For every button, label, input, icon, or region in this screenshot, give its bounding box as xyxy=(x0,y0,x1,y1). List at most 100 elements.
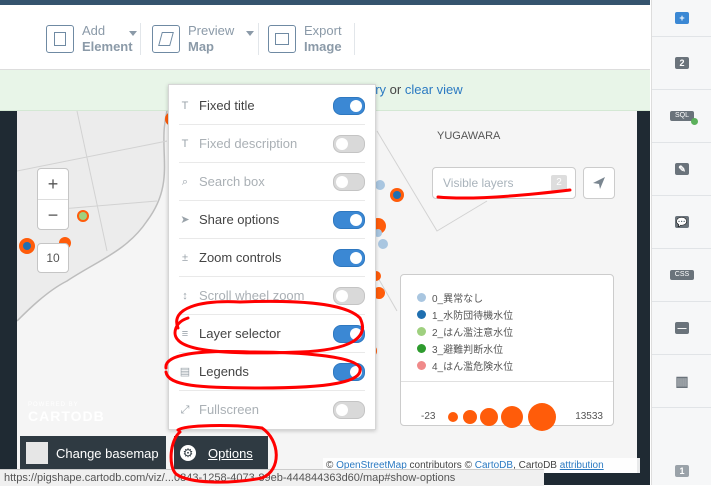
histogram-icon: ▥ xyxy=(675,373,689,389)
legend-item: 2_はん濫注意水位 xyxy=(417,324,513,339)
layer-number-icon: 1 xyxy=(675,464,689,477)
option-label: Legends xyxy=(199,364,249,379)
sidebar-wizard[interactable]: ✎ xyxy=(652,143,711,196)
search-icon: ⌕ xyxy=(181,175,189,188)
option-label: Fixed title xyxy=(199,98,255,113)
toggle-fullscreen[interactable] xyxy=(333,400,365,419)
notice-text: or xyxy=(386,82,405,97)
toggle-fixed-description[interactable] xyxy=(333,134,365,153)
legend-item: 1_水防団待機水位 xyxy=(417,307,513,322)
toolbar-divider xyxy=(140,23,141,55)
chevron-down-icon xyxy=(246,31,254,36)
legend-swatch xyxy=(417,310,426,319)
chevron-down-icon xyxy=(129,31,137,36)
export-image-icon xyxy=(268,25,296,53)
layer-number-icon: 2 xyxy=(675,57,689,69)
legend-bubbles xyxy=(448,403,556,431)
share-button[interactable] xyxy=(583,167,615,199)
share-icon xyxy=(593,177,605,189)
legend-icon: ▤ xyxy=(179,365,191,378)
zoom-out-button[interactable]: − xyxy=(38,200,68,230)
legend-min-value: -23 xyxy=(421,411,436,422)
toggle-legends[interactable] xyxy=(333,362,365,381)
layer-selector-label: Visible layers xyxy=(443,176,514,190)
zoom-in-button[interactable]: + xyxy=(38,169,68,200)
option-zoom-controls[interactable]: ± Zoom controls xyxy=(179,239,365,277)
sidebar-add-layer[interactable]: + xyxy=(652,0,711,37)
option-legends[interactable]: ▤ Legends xyxy=(179,353,365,391)
add-element-button[interactable]: Add Element xyxy=(46,23,137,55)
option-label: Fixed description xyxy=(199,136,298,151)
export-image-button[interactable]: Export Image xyxy=(268,23,342,55)
legend-divider xyxy=(401,381,613,382)
option-label: Zoom controls xyxy=(199,250,282,265)
sidebar-layer-2[interactable]: 2 xyxy=(652,37,711,90)
fullscreen-icon: ⤢ xyxy=(180,403,190,416)
toolbar-divider xyxy=(258,23,259,55)
preview-map-line1: Preview xyxy=(188,23,235,38)
toggle-search-box[interactable] xyxy=(333,172,365,191)
sidebar-filters[interactable]: ▥ xyxy=(652,355,711,408)
sidebar-sql[interactable]: SQL xyxy=(652,90,711,143)
clear-view-link[interactable]: clear view xyxy=(405,82,463,97)
legend-item: 0_異常なし xyxy=(417,290,483,305)
option-search-box[interactable]: ⌕ Search box xyxy=(179,163,365,201)
option-fullscreen[interactable]: ⤢ Fullscreen xyxy=(179,391,365,428)
legend-item: 3_避難判断水位 xyxy=(417,341,503,356)
option-scroll-wheel-zoom[interactable]: ↕ Scroll wheel zoom xyxy=(179,277,365,315)
share-icon: ➤ xyxy=(180,213,190,226)
sql-icon: SQL xyxy=(670,111,698,125)
right-sidebar: + 2 SQL ✎ 💬 CSS — ▥ 1 xyxy=(651,0,711,485)
toggle-scroll-wheel-zoom[interactable] xyxy=(333,286,365,305)
legend-swatch xyxy=(417,344,426,353)
place-label-yugawara: YUGAWARA xyxy=(437,130,501,142)
toggle-fixed-title[interactable] xyxy=(333,96,365,115)
option-label: Share options xyxy=(199,212,280,227)
preview-map-icon xyxy=(152,25,180,53)
option-layer-selector[interactable]: ≡ Layer selector xyxy=(179,315,365,353)
add-element-line2: Element xyxy=(82,39,133,54)
css-icon: CSS xyxy=(670,270,694,280)
sidebar-css[interactable]: CSS xyxy=(652,249,711,302)
option-share-options[interactable]: ➤ Share options xyxy=(179,201,365,239)
toggle-share-options[interactable] xyxy=(333,210,365,229)
option-label: Layer selector xyxy=(199,326,281,341)
zoom-controls: + − xyxy=(37,168,69,230)
legend-label: 1_水防団待機水位 xyxy=(432,311,514,322)
legend-swatch xyxy=(417,361,426,370)
sidebar-infowindow[interactable]: 💬 xyxy=(652,196,711,249)
sidebar-legend[interactable]: — xyxy=(652,302,711,355)
add-element-line1: Add xyxy=(82,23,106,38)
legend-swatch xyxy=(417,293,426,302)
zoom-level-indicator: 10 xyxy=(37,243,69,273)
zoom-icon: ± xyxy=(181,251,189,264)
option-fixed-title[interactable]: T Fixed title xyxy=(179,87,365,125)
option-fixed-description[interactable]: T Fixed description xyxy=(179,125,365,163)
option-label: Fullscreen xyxy=(199,402,259,417)
gear-icon: ⚙ xyxy=(180,445,196,461)
title-icon: T xyxy=(181,99,189,112)
basemap-thumbnail xyxy=(26,442,48,464)
option-label: Search box xyxy=(199,174,265,189)
legend-icon: — xyxy=(675,322,689,334)
change-basemap-label: Change basemap xyxy=(56,446,159,461)
comment-icon: 💬 xyxy=(675,216,689,228)
layer-selector[interactable]: Visible layers 2 xyxy=(432,167,576,199)
preview-map-button[interactable]: Preview Map xyxy=(152,23,254,55)
legend-item: 4_はん濫危険水位 xyxy=(417,358,513,373)
legend-swatch xyxy=(417,327,426,336)
cartodb-brand: CARTODB xyxy=(28,408,105,424)
sidebar-layer-1[interactable]: 1 xyxy=(652,456,711,485)
options-button[interactable]: ⚙ Options xyxy=(174,436,268,470)
add-icon: + xyxy=(675,12,689,24)
toggle-layer-selector[interactable] xyxy=(333,324,365,343)
add-element-icon xyxy=(46,25,74,53)
toggle-zoom-controls[interactable] xyxy=(333,248,365,267)
toolbar-divider xyxy=(354,23,355,55)
cartodb-logo: POWERED BY CARTODB xyxy=(28,402,105,424)
export-image-line1: Export xyxy=(304,23,342,38)
attribution-link[interactable]: attribution xyxy=(560,460,604,471)
description-icon: T xyxy=(181,137,189,150)
change-basemap-button[interactable]: Change basemap xyxy=(20,436,166,470)
preview-map-line2: Map xyxy=(188,39,214,54)
